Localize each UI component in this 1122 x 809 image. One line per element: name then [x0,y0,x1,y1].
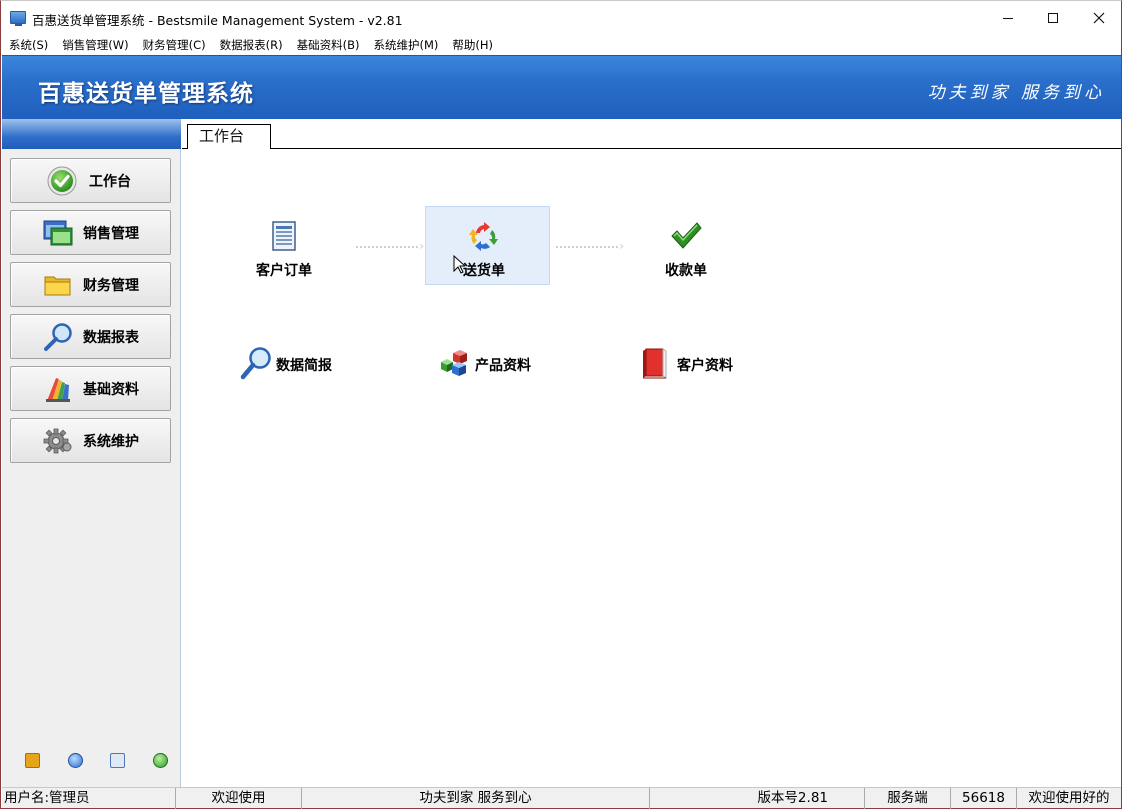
folder-icon [43,270,73,300]
status-port: 56618 [951,788,1017,809]
product-data-label: 产品资料 [475,357,531,374]
menu-maintenance[interactable]: 系统维护(M) [365,35,444,55]
sidebar-item-basic-data[interactable]: 基础资料 [10,366,171,411]
window-icon [43,218,73,248]
menu-system[interactable]: 系统(S) [1,35,54,55]
customer-data-shortcut[interactable]: 客户资料 [641,347,733,382]
sidebar: 工作台 销售管理 财务管理 数据报表 基础资料 系统维护 [2,119,181,787]
receipt-shortcut[interactable]: 收款单 [665,221,707,280]
delivery-note-shortcut[interactable]: 送货单 [463,221,505,280]
sidebar-item-label: 销售管理 [83,225,139,242]
status-version: 版本号2.81 [650,788,865,809]
clock-icon[interactable] [68,753,83,768]
sidebar-item-label: 基础资料 [83,381,139,398]
sidebar-item-finance[interactable]: 财务管理 [10,262,171,307]
status-welcome: 欢迎使用 [176,788,302,809]
status-greeting: 欢迎使用好的 [1028,790,1110,806]
maximize-icon [1048,13,1058,23]
sidebar-item-label: 数据报表 [83,329,139,346]
palette-icon [43,374,73,404]
product-data-shortcut[interactable]: 产品资料 [439,349,531,380]
checkmark-icon [670,221,702,254]
check-circle-icon [47,166,77,196]
back-arrow-icon[interactable] [153,753,168,768]
tab-strip: 工作台 [182,119,1121,149]
search-window-icon[interactable] [110,753,125,768]
sidebar-item-maintenance[interactable]: 系统维护 [10,418,171,463]
sidebar-item-label: 工作台 [89,173,131,190]
tab-workbench[interactable]: 工作台 [187,124,271,149]
red-book-icon [641,347,669,382]
status-bar: 用户名:管理员 欢迎使用 功夫到家 服务到心 版本号2.81 服务端 56618… [2,787,1121,809]
window-title: 百惠送货单管理系统 - Bestsmile Management System … [32,13,403,28]
title-bar: 百惠送货单管理系统 - Bestsmile Management System … [1,1,1121,35]
minimize-icon [1003,17,1013,19]
banner-slogan: 功夫到家 服务到心 [927,83,1105,103]
mouse-cursor-icon [453,255,465,274]
sidebar-item-workbench[interactable]: 工作台 [10,158,171,203]
menu-reports[interactable]: 数据报表(R) [212,35,289,55]
data-brief-label: 数据简报 [276,357,332,374]
close-button[interactable] [1076,1,1122,35]
menu-finance[interactable]: 财务管理(C) [135,35,212,55]
menu-sales[interactable]: 销售管理(W) [54,35,134,55]
sidebar-header [2,119,181,149]
customer-order-label: 客户订单 [256,263,312,279]
menu-basic-data[interactable]: 基础资料(B) [289,35,366,55]
flow-connector [556,239,624,253]
magnifier-icon [43,322,73,352]
customer-data-label: 客户资料 [677,357,733,374]
sidebar-item-label: 财务管理 [83,277,139,294]
gear-icon [43,426,73,456]
key-icon[interactable] [25,753,40,768]
maximize-button[interactable] [1030,1,1076,35]
close-icon [1093,12,1105,24]
document-icon [271,221,297,254]
sidebar-bottom-toolbar [2,753,181,771]
sidebar-item-sales[interactable]: 销售管理 [10,210,171,255]
status-server: 服务端 [865,788,951,809]
menu-help[interactable]: 帮助(H) [444,35,499,55]
menu-bar: 系统(S) 销售管理(W) 财务管理(C) 数据报表(R) 基础资料(B) 系统… [1,35,1121,55]
customer-order-shortcut[interactable]: 客户订单 [256,221,312,280]
refresh-arrows-icon [468,221,500,254]
minimize-button[interactable] [985,1,1031,35]
data-brief-shortcut[interactable]: 数据简报 [240,346,332,383]
delivery-note-label: 送货单 [463,263,505,279]
status-slogan: 功夫到家 服务到心 [302,788,650,809]
flow-connector [356,239,424,253]
receipt-label: 收款单 [665,263,707,279]
sidebar-item-reports[interactable]: 数据报表 [10,314,171,359]
banner-app-name: 百惠送货单管理系统 [38,81,254,107]
status-user: 用户名:管理员 [2,788,176,809]
app-window: 百惠送货单管理系统 - Bestsmile Management System … [0,0,1122,809]
magnifier-icon [240,346,272,383]
sidebar-item-label: 系统维护 [83,433,139,450]
cubes-icon [439,349,471,380]
workbench-panel: 客户订单 送货单 收款单 [182,149,1121,787]
app-monitor-icon [10,11,26,26]
header-banner: 百惠送货单管理系统 功夫到家 服务到心 [2,55,1121,119]
